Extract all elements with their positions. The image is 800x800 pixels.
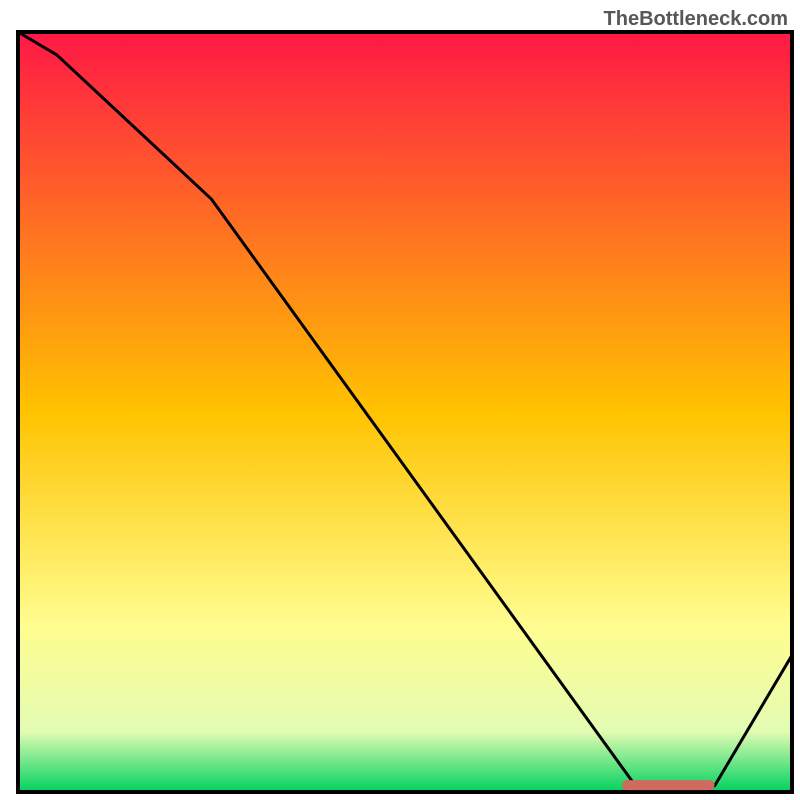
optimal-range-marker — [622, 780, 715, 790]
bottleneck-chart: TheBottleneck.com — [0, 0, 800, 800]
chart-svg — [0, 0, 800, 800]
attribution-label: TheBottleneck.com — [604, 8, 788, 31]
plot-background — [18, 32, 792, 792]
